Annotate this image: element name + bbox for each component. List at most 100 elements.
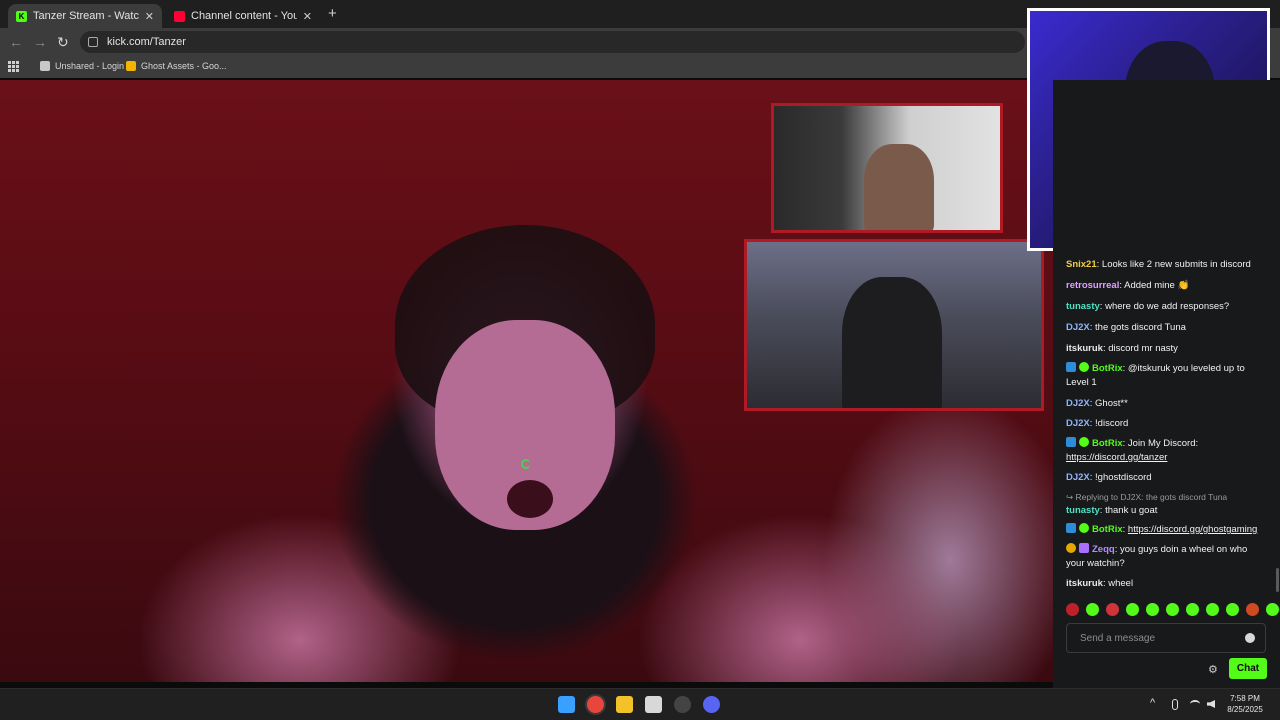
chat-message-input[interactable]: Send a message bbox=[1066, 623, 1266, 653]
chat-message: DJ2X: !ghostdiscord bbox=[1066, 471, 1266, 485]
chat-text: !discord bbox=[1095, 418, 1129, 429]
chat-message: DJ2X: Ghost** bbox=[1066, 397, 1266, 411]
chat-username[interactable]: DJ2X bbox=[1066, 472, 1090, 483]
youtube-favicon-icon bbox=[174, 10, 185, 22]
chat-username[interactable]: itskuruk bbox=[1066, 343, 1103, 354]
send-chat-button[interactable]: Chat bbox=[1229, 658, 1267, 679]
chat-message: itskuruk: wheel bbox=[1066, 577, 1266, 591]
chat-username[interactable]: Snix21 bbox=[1066, 259, 1097, 270]
site-info-icon[interactable] bbox=[88, 37, 98, 47]
chat-message: BotRix: https://discord.gg/ghostgaming bbox=[1066, 523, 1266, 537]
wifi-icon[interactable] bbox=[1190, 700, 1200, 708]
windows-taskbar: ^ 7:58 PM 8/25/2025 bbox=[0, 688, 1280, 720]
close-tab-icon[interactable]: ✕ bbox=[303, 10, 312, 23]
emote-icon[interactable] bbox=[1126, 603, 1139, 616]
forward-icon[interactable]: → bbox=[33, 34, 47, 50]
bookmark-label: Unshared - Login bbox=[55, 61, 125, 71]
emote-icon[interactable] bbox=[1226, 603, 1239, 616]
chat-username[interactable]: tunasty bbox=[1066, 301, 1100, 312]
chat-username[interactable]: BotRix bbox=[1092, 363, 1123, 374]
chat-username[interactable]: DJ2X bbox=[1066, 322, 1090, 333]
chat-text: Added mine 👏 bbox=[1124, 280, 1190, 291]
chat-username[interactable]: Zeqq bbox=[1092, 544, 1115, 555]
chat-message: BotRix: Join My Discord: https://discord.… bbox=[1066, 437, 1266, 465]
chat-message: retrosurreal: Added mine 👏 bbox=[1066, 279, 1266, 293]
clock-time: 7:58 PM bbox=[1230, 694, 1260, 703]
picture-in-picture-guest-1 bbox=[771, 103, 1003, 233]
tab-youtube-studio[interactable]: Channel content - YouTube Studio ✕ bbox=[166, 4, 320, 28]
chat-text: wheel bbox=[1108, 578, 1134, 589]
picture-in-picture-guest-2 bbox=[744, 239, 1044, 411]
emote-icon[interactable] bbox=[1186, 603, 1199, 616]
bot-badge-icon bbox=[1066, 362, 1076, 372]
chat-username[interactable]: BotRix bbox=[1092, 524, 1123, 535]
close-tab-icon[interactable]: ✕ bbox=[145, 10, 154, 23]
chat-text: thank u goat bbox=[1105, 505, 1158, 516]
microphone-icon[interactable] bbox=[1172, 699, 1178, 710]
emoji-picker-icon[interactable] bbox=[1245, 633, 1255, 643]
chat-message: BotRix: @itskuruk you leveled up to Leve… bbox=[1066, 362, 1266, 390]
system-clock[interactable]: 7:58 PM 8/25/2025 bbox=[1220, 693, 1270, 715]
gift-badge-icon bbox=[1079, 543, 1089, 553]
discord-icon[interactable] bbox=[703, 696, 720, 713]
verified-badge-icon bbox=[1079, 362, 1089, 372]
emote-icon[interactable] bbox=[1266, 603, 1279, 616]
emote-icon[interactable] bbox=[1086, 603, 1099, 616]
chat-username[interactable]: DJ2X bbox=[1066, 418, 1090, 429]
windows-start-icon[interactable] bbox=[558, 696, 575, 713]
volume-icon[interactable] bbox=[1207, 700, 1215, 708]
reload-icon[interactable]: ↻ bbox=[57, 34, 69, 51]
reply-context[interactable]: ↪ Replying to DJ2X: the gots discord Tun… bbox=[1066, 490, 1266, 504]
file-explorer-icon[interactable] bbox=[616, 696, 633, 713]
streamer-mouth bbox=[507, 480, 553, 518]
emote-bar bbox=[1066, 603, 1279, 619]
chat-message: Snix21: Looks like 2 new submits in disc… bbox=[1066, 258, 1266, 272]
address-bar[interactable]: kick.com/Tanzer bbox=[80, 31, 1025, 53]
chat-username[interactable]: tunasty bbox=[1066, 505, 1100, 516]
obs-icon[interactable] bbox=[674, 696, 691, 713]
verified-badge-icon bbox=[1079, 523, 1089, 533]
chrome-icon[interactable] bbox=[587, 696, 604, 713]
new-tab-button[interactable]: + bbox=[328, 5, 337, 22]
apps-grid-icon[interactable] bbox=[8, 61, 19, 72]
google-drive-icon bbox=[126, 61, 136, 71]
chat-text: Looks like 2 new submits in discord bbox=[1101, 259, 1251, 270]
chat-message: ↪ Replying to DJ2X: the gots discord Tun… bbox=[1066, 490, 1266, 518]
tab-title: Tanzer Stream - Watch Live on Kick bbox=[33, 10, 139, 22]
chat-link[interactable]: https://discord.gg/ghostgaming bbox=[1128, 524, 1257, 535]
chat-settings-gear-icon[interactable]: ⚙ bbox=[1208, 663, 1218, 676]
url-text: kick.com/Tanzer bbox=[107, 36, 186, 48]
back-icon[interactable]: ← bbox=[9, 34, 23, 50]
chat-link[interactable]: https://discord.gg/tanzer bbox=[1066, 452, 1167, 463]
bookmark-ghost-assets[interactable]: Ghost Assets - Goo... bbox=[126, 61, 227, 71]
emote-icon[interactable] bbox=[1106, 603, 1119, 616]
chat-message: tunasty: where do we add responses? bbox=[1066, 300, 1266, 314]
emote-icon[interactable] bbox=[1146, 603, 1159, 616]
microsoft-store-icon[interactable] bbox=[645, 696, 662, 713]
emote-icon[interactable] bbox=[1066, 603, 1079, 616]
chat-username[interactable]: retrosurreal bbox=[1066, 280, 1119, 291]
chat-message: itskuruk: discord mr nasty bbox=[1066, 342, 1266, 356]
tab-kick-stream[interactable]: K Tanzer Stream - Watch Live on Kick ✕ bbox=[8, 4, 162, 28]
bot-badge-icon bbox=[1066, 523, 1076, 533]
emote-icon[interactable] bbox=[1246, 603, 1259, 616]
verified-badge-icon bbox=[1079, 437, 1089, 447]
emote-icon[interactable] bbox=[1166, 603, 1179, 616]
tray-overflow-caret-icon[interactable]: ^ bbox=[1150, 697, 1155, 709]
tab-title: Channel content - YouTube Studio bbox=[191, 10, 297, 22]
gamepad-icon bbox=[40, 61, 50, 71]
emote-icon[interactable] bbox=[1206, 603, 1219, 616]
chat-username[interactable]: BotRix bbox=[1092, 438, 1123, 449]
chat-scrollbar[interactable] bbox=[1276, 568, 1279, 592]
chat-text: discord mr nasty bbox=[1108, 343, 1178, 354]
kick-favicon-icon: K bbox=[16, 10, 27, 22]
clock-date: 8/25/2025 bbox=[1227, 705, 1263, 714]
chat-username[interactable]: itskuruk bbox=[1066, 578, 1103, 589]
subscriber-badge-icon bbox=[1066, 543, 1076, 553]
chat-message: DJ2X: !discord bbox=[1066, 417, 1266, 431]
loading-spinner-icon bbox=[521, 459, 531, 469]
chat-input-placeholder: Send a message bbox=[1080, 632, 1156, 644]
chat-text: Join My Discord: bbox=[1127, 438, 1199, 449]
chat-username[interactable]: DJ2X bbox=[1066, 398, 1090, 409]
bookmark-unshared[interactable]: Unshared - Login bbox=[40, 61, 124, 71]
